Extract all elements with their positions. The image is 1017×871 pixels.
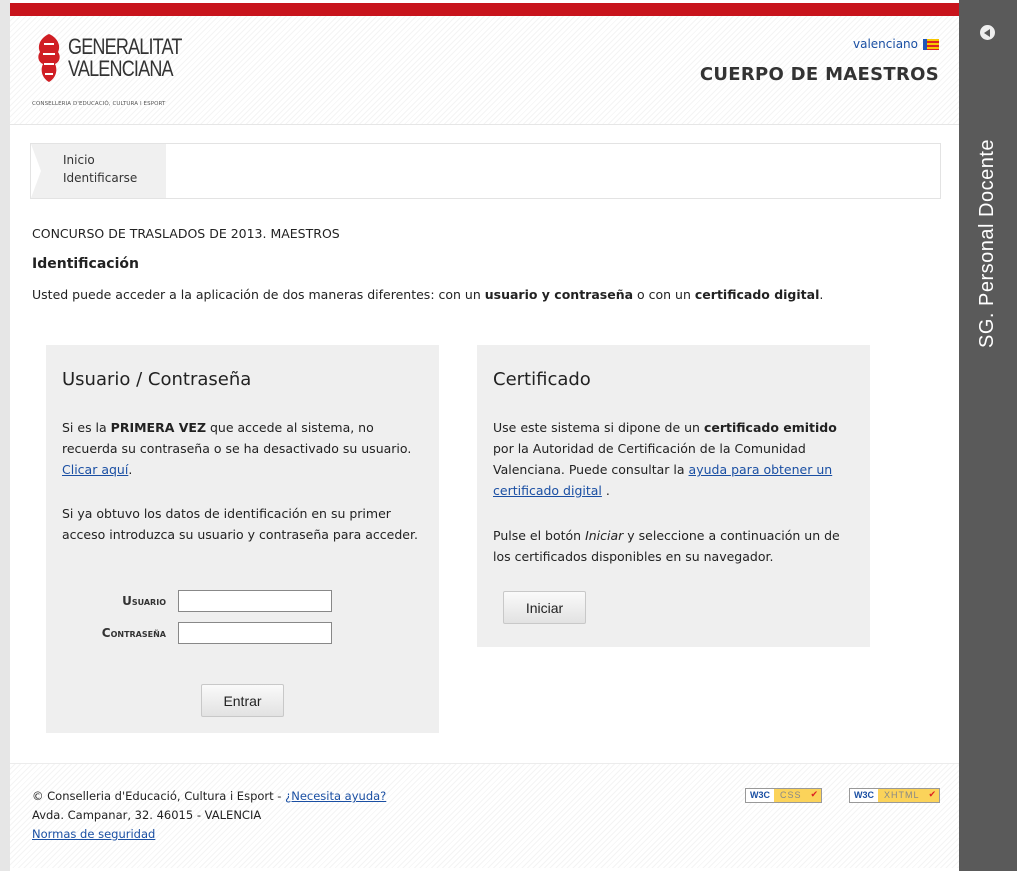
intro-pre: Usted puede acceder a la aplicación de d… — [32, 287, 485, 302]
user-input[interactable] — [178, 590, 332, 612]
w3c-xhtml-badge-text: XHTML — [878, 789, 926, 802]
w3c-css-badge[interactable]: W3C CSS ✔ — [745, 788, 823, 803]
check-icon: ✔ — [807, 789, 822, 802]
footer-copyright: © Conselleria d'Educació, Cultura i Espo… — [32, 789, 286, 803]
first-time-bold: PRIMERA VEZ — [110, 420, 207, 435]
cert-info-end: . — [601, 483, 610, 498]
user-panel-title: Usuario / Contraseña — [62, 369, 252, 390]
certificate-panel: Certificado Use este sistema si dipone d… — [477, 345, 870, 647]
first-time-link[interactable]: Clicar aquí — [62, 462, 128, 477]
logo-subtitle: CONSELLERIA D'EDUCACIÓ, CULTURA I ESPORT — [32, 101, 166, 107]
cert-instr-pre: Pulse el botón — [493, 528, 586, 543]
section-title: Identificación — [32, 256, 139, 272]
first-time-pre: Si es la — [62, 420, 111, 435]
login-button[interactable]: Entrar — [201, 684, 284, 717]
intro-bold-certificate: certificado digital — [694, 287, 820, 302]
logo-name-line2: VALENCIANA — [68, 56, 174, 81]
language-link[interactable]: valenciano — [853, 37, 918, 51]
intro-mid: o con un — [633, 287, 695, 302]
header: GENERALITAT VALENCIANA CONSELLERIA D'EDU… — [10, 16, 959, 125]
w3c-xhtml-badge-w3c: W3C — [850, 789, 878, 802]
top-accent-bar — [10, 3, 959, 16]
w3c-css-badge-text: CSS — [774, 789, 808, 802]
cert-panel-title: Certificado — [493, 369, 591, 390]
w3c-xhtml-badge[interactable]: W3C XHTML ✔ — [849, 788, 941, 803]
logo-name-line1: GENERALITAT — [68, 34, 182, 59]
user-panel-instructions: Si ya obtuvo los datos de identificación… — [62, 506, 418, 542]
intro-text: Usted puede acceder a la aplicación de d… — [32, 287, 823, 302]
user-password-panel: Usuario / Contraseña Si es la PRIMERA VE… — [46, 345, 439, 733]
intro-bold-user-password: usuario y contraseña — [484, 287, 634, 302]
security-rules-link[interactable]: Normas de seguridad — [32, 827, 155, 841]
breadcrumb: Inicio Identificarse — [30, 143, 941, 199]
crest-icon — [38, 34, 60, 82]
cert-info-pre: Use este sistema si dipone de un — [493, 420, 704, 435]
w3c-css-badge-w3c: W3C — [746, 789, 774, 802]
side-panel: SG. Personal Docente — [959, 0, 1017, 871]
start-certificate-button[interactable]: Iniciar — [503, 591, 586, 624]
password-input[interactable] — [178, 622, 332, 644]
cert-panel-info-text: Use este sistema si dipone de un certifi… — [493, 417, 858, 501]
footer-address: Avda. Campanar, 32. 46015 - VALENCIA — [32, 808, 262, 822]
footer: © Conselleria d'Educació, Cultura i Espo… — [10, 763, 959, 868]
first-time-end: . — [128, 462, 133, 477]
collapse-icon[interactable] — [980, 25, 995, 40]
side-panel-label: SG. Personal Docente — [976, 139, 998, 348]
cert-panel-instructions: Pulse el botón Iniciar y seleccione a co… — [493, 525, 858, 567]
logo-name: GENERALITAT VALENCIANA — [68, 36, 182, 80]
footer-copyright-line: © Conselleria d'Educació, Cultura i Espo… — [32, 789, 386, 803]
breadcrumb-item-inicio[interactable]: Inicio — [63, 153, 95, 167]
check-icon: ✔ — [925, 789, 940, 802]
page: GENERALITAT VALENCIANA CONSELLERIA D'EDU… — [10, 0, 959, 871]
language-switch[interactable]: valenciano — [853, 37, 939, 51]
help-link[interactable]: ¿Necesita ayuda? — [285, 789, 386, 803]
valencia-flag-icon — [923, 38, 939, 50]
header-title: CUERPO DE MAESTROS — [699, 64, 939, 85]
generalitat-logo[interactable]: GENERALITAT VALENCIANA CONSELLERIA D'EDU… — [30, 30, 200, 110]
contest-title: CONCURSO DE TRASLADOS DE 2013. MAESTROS — [32, 226, 340, 241]
cert-instr-em: Iniciar — [585, 528, 624, 543]
cert-info-bold: certificado emitido — [703, 420, 837, 435]
breadcrumb-item-identificarse: Identificarse — [63, 171, 138, 185]
user-label: Usuario — [122, 594, 166, 608]
intro-end: . — [819, 287, 824, 302]
footer-security-line: Normas de seguridad — [32, 827, 155, 841]
password-label: Contraseña — [101, 626, 166, 640]
user-panel-first-time-text: Si es la PRIMERA VEZ que accede al siste… — [62, 417, 427, 480]
